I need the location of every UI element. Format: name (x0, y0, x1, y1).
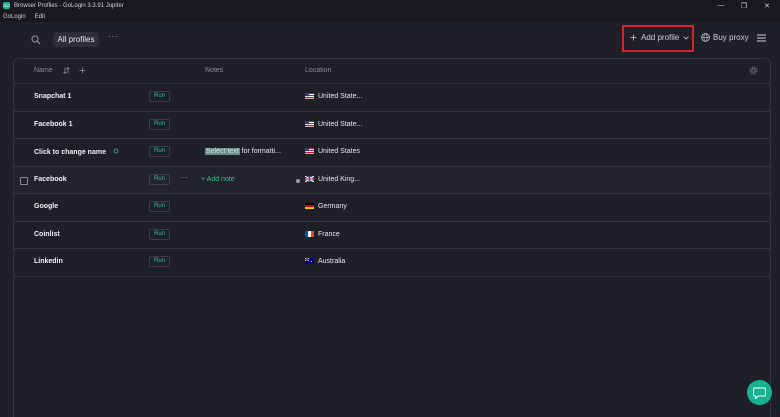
profile-name[interactable]: Facebook 1 (34, 121, 73, 128)
profile-name[interactable]: Snapchat 1 (34, 93, 71, 100)
table-row[interactable]: Snapchat 1 Run United State... (14, 84, 770, 112)
edit-icon[interactable] (113, 148, 119, 154)
notes-text[interactable]: Select text for formatti... (205, 148, 281, 155)
all-profiles-filter[interactable]: All profiles (53, 32, 99, 47)
menu-edit[interactable]: Edit (35, 14, 45, 20)
location: Australia (305, 258, 345, 265)
add-profile-button[interactable]: Add profile (630, 33, 690, 42)
gologin-logo-icon: GO (3, 2, 10, 9)
toolbar: All profiles ··· Add profile Buy proxy (0, 22, 780, 58)
location: Germany (305, 203, 347, 210)
location: United King... (305, 175, 360, 183)
run-button[interactable]: Run (149, 256, 170, 267)
table-row[interactable]: Facebook Run ··· + Add note United King.… (14, 166, 770, 194)
globe-icon (701, 33, 710, 42)
chevron-down-icon[interactable] (683, 35, 690, 40)
us-flag-icon (305, 120, 314, 127)
row-checkbox[interactable] (20, 176, 28, 185)
table-row[interactable]: Facebook 1 Run United State... (14, 112, 770, 139)
minimize-button[interactable]: — (710, 0, 732, 11)
table-row[interactable]: Click to change name Run Select text for… (14, 139, 770, 167)
table-row[interactable]: Google Run Germany (14, 194, 770, 222)
table-header: Name Notes Location (14, 59, 770, 84)
chat-icon (753, 386, 766, 399)
window-title: Browser Profiles - GoLogin 3.3.91 Jupite… (14, 2, 124, 9)
profile-name[interactable]: Click to change name (34, 148, 119, 156)
title-bar: GO Browser Profiles - GoLogin 3.3.91 Jup… (0, 0, 780, 11)
selected-text: Select text (205, 148, 240, 155)
australia-flag-icon (305, 258, 314, 264)
more-options-icon[interactable]: ··· (180, 173, 188, 182)
table-row[interactable]: Coinlist Run France (14, 222, 770, 249)
profiles-table: Name Notes Location Snapchat 1 Run Unite… (13, 58, 771, 417)
location: United State... (305, 93, 362, 100)
buy-proxy-label: Buy proxy (713, 33, 749, 42)
column-location-header: Location (305, 67, 332, 74)
column-name-header[interactable]: Name (34, 67, 53, 74)
menu-bar: GoLogin Edit (0, 11, 780, 22)
germany-flag-icon (305, 203, 314, 209)
search-icon[interactable] (31, 35, 41, 45)
column-notes-header: Notes (205, 67, 224, 74)
plus-icon (630, 34, 637, 41)
us-flag-icon (305, 93, 314, 99)
profile-name[interactable]: Facebook (34, 176, 67, 183)
gear-icon[interactable] (749, 66, 758, 75)
profile-name[interactable]: Coinlist (34, 231, 60, 238)
chat-support-button[interactable] (747, 380, 772, 405)
more-options-icon[interactable]: ··· (108, 31, 119, 41)
uk-flag-icon (305, 175, 314, 182)
run-button[interactable]: Run (149, 146, 170, 157)
run-button[interactable]: Run (149, 228, 170, 240)
close-button[interactable]: ✕ (756, 0, 778, 11)
us-flag-icon (305, 148, 314, 154)
menu-gologin[interactable]: GoLogin (3, 14, 26, 20)
location: United State... (305, 120, 362, 128)
add-column-icon[interactable] (79, 67, 86, 74)
buy-proxy-button[interactable]: Buy proxy (701, 33, 749, 42)
location: United States (305, 148, 360, 155)
run-button[interactable]: Run (149, 201, 170, 212)
run-button[interactable]: Run (149, 91, 170, 102)
table-row[interactable]: Linkedin Run Australia (14, 249, 770, 277)
france-flag-icon (305, 230, 314, 237)
profile-name[interactable]: Google (34, 203, 58, 210)
maximize-button[interactable]: ❐ (733, 0, 755, 11)
profile-name[interactable]: Linkedin (34, 258, 63, 265)
location: France (305, 230, 340, 238)
add-note-button[interactable]: + Add note (201, 176, 235, 183)
menu-icon[interactable] (757, 34, 766, 42)
run-button[interactable]: Run (149, 173, 170, 185)
add-profile-label: Add profile (641, 33, 680, 42)
sort-icon[interactable] (63, 67, 70, 74)
status-dot (296, 178, 300, 183)
run-button[interactable]: Run (149, 118, 170, 130)
